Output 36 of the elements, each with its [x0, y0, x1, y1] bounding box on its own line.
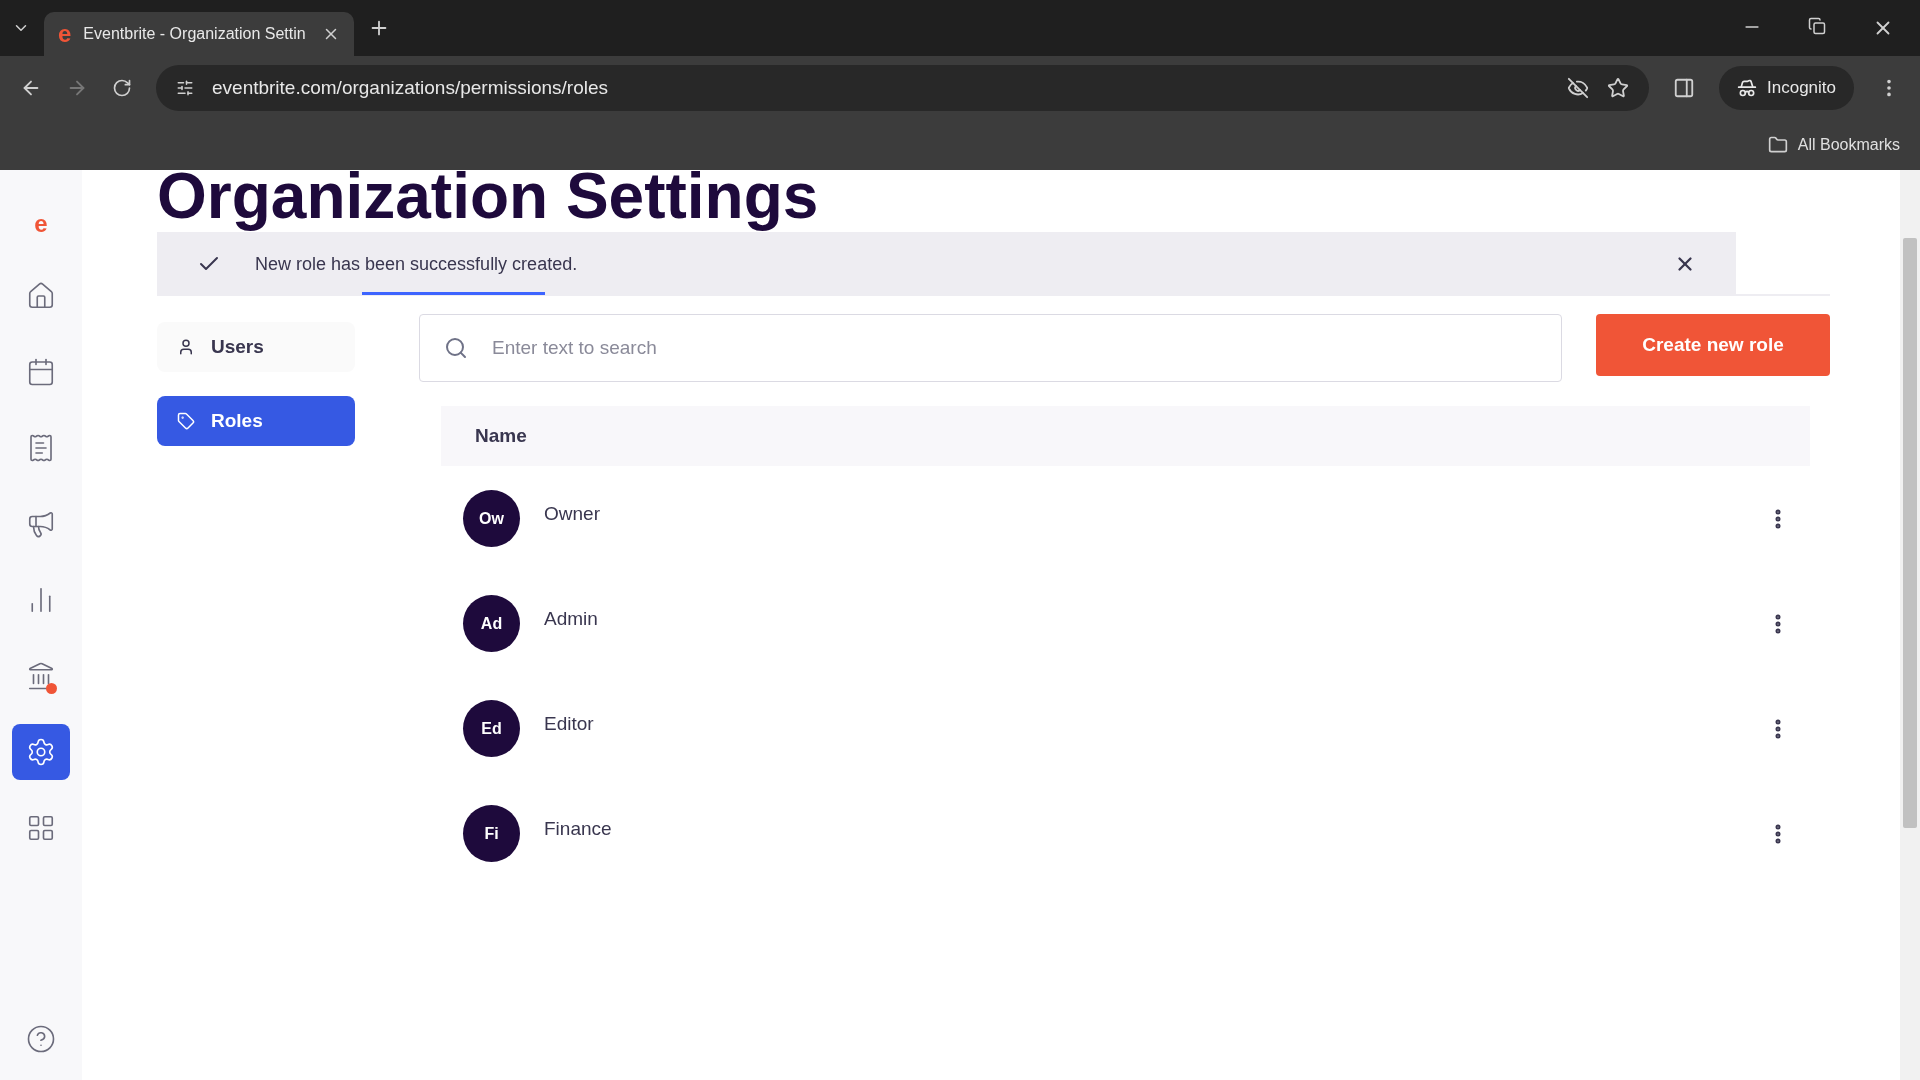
search-icon — [444, 336, 468, 360]
side-menu-item[interactable]: Users — [157, 322, 355, 372]
scrollbar-thumb[interactable] — [1903, 238, 1917, 828]
calendar-icon — [26, 357, 56, 387]
address-bar[interactable]: eventbrite.com/organizations/permissions/roles — [156, 65, 1649, 111]
nav-button[interactable] — [12, 724, 70, 780]
side-menu-item[interactable]: Roles — [157, 396, 355, 446]
role-avatar: Fi — [463, 805, 520, 862]
role-avatar: Ad — [463, 595, 520, 652]
eye-off-icon[interactable] — [1567, 77, 1589, 99]
role-avatar: Ow — [463, 490, 520, 547]
role-name: Editor — [544, 712, 595, 735]
search-bar[interactable]: Enter text to search — [419, 314, 1562, 382]
user-icon — [177, 338, 195, 356]
folder-icon — [1767, 135, 1788, 155]
site-settings-icon[interactable] — [176, 79, 194, 97]
home-icon — [26, 281, 56, 311]
marketing-icon — [26, 509, 56, 539]
role-name: Finance — [544, 817, 613, 840]
role-name: Owner — [544, 502, 601, 525]
role-name: Admin — [544, 607, 599, 630]
incognito-button[interactable]: Incognito — [1719, 66, 1854, 110]
help-icon[interactable] — [26, 1024, 56, 1054]
settings-icon — [26, 737, 56, 767]
site-logo: e — [58, 20, 72, 48]
apps-icon — [26, 813, 56, 843]
star-icon[interactable] — [1607, 77, 1629, 99]
reload-icon[interactable] — [112, 78, 132, 98]
browser-tab[interactable]: e Eventbrite - Organization Settin — [44, 12, 354, 56]
bookmarks-link[interactable]: All Bookmarks — [1797, 136, 1900, 154]
side-panel-icon[interactable] — [1673, 77, 1695, 99]
incognito-icon — [1737, 78, 1757, 98]
role-avatar: Ed — [463, 700, 520, 757]
tag-icon — [177, 412, 195, 430]
toast-message: New role has been successfully created. — [255, 253, 579, 275]
column-header: Name — [475, 425, 527, 447]
